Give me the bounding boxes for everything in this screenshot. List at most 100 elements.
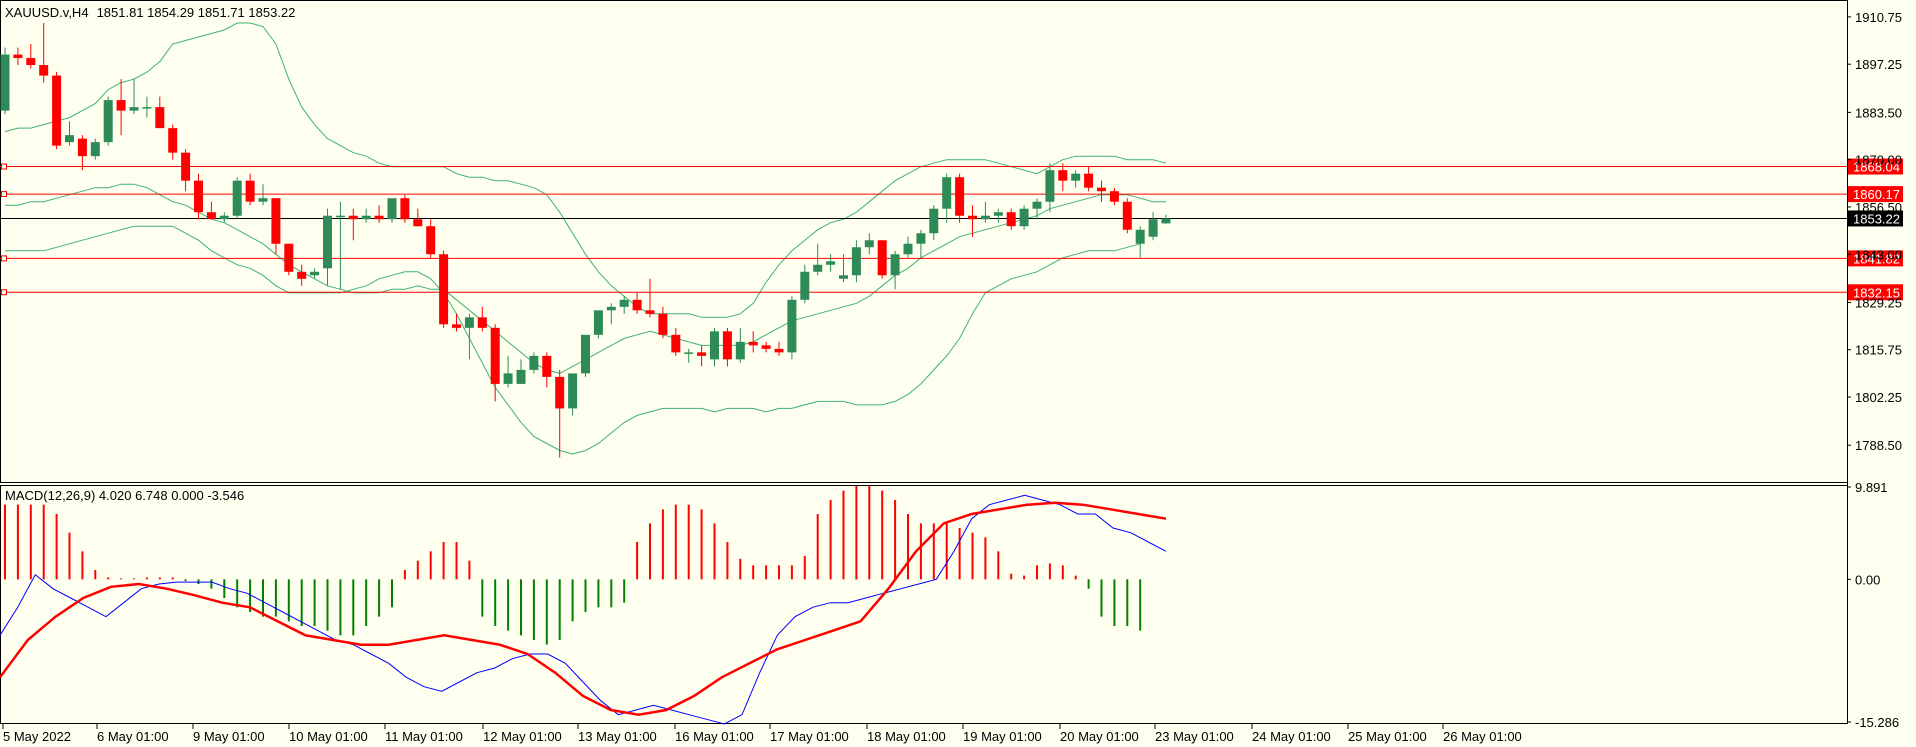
macd-histogram xyxy=(4,485,1142,645)
candle-body xyxy=(413,219,423,227)
candle xyxy=(452,313,461,332)
candle xyxy=(1161,214,1171,224)
candle xyxy=(1045,163,1055,213)
candle xyxy=(581,334,590,377)
candle-body xyxy=(813,264,823,272)
candle xyxy=(1071,170,1081,188)
macd-pane-frame xyxy=(0,485,1848,724)
candle xyxy=(0,47,10,115)
candle-body xyxy=(955,177,965,216)
candle xyxy=(245,173,255,206)
candle xyxy=(374,205,384,223)
candle-body xyxy=(722,331,732,360)
candle-body xyxy=(400,198,410,220)
candle-body xyxy=(929,208,939,234)
price-tick-label: 1788.50 xyxy=(1855,438,1902,453)
candle-body xyxy=(335,215,345,218)
candle xyxy=(52,72,62,150)
candle-body xyxy=(1148,219,1158,237)
candle xyxy=(194,173,203,220)
candle xyxy=(26,44,36,69)
candle-body xyxy=(1032,201,1042,209)
candle-body xyxy=(194,180,203,213)
candle-body xyxy=(1019,208,1029,227)
candle xyxy=(65,121,74,146)
price-tick-label: 1897.25 xyxy=(1855,57,1902,72)
candle xyxy=(219,212,229,223)
candle xyxy=(13,47,23,66)
candle-body xyxy=(890,254,900,276)
candle xyxy=(774,341,784,356)
bollinger-upper-line xyxy=(4,22,1167,318)
candle-body xyxy=(90,142,100,157)
time-tick-label: 20 May 01:00 xyxy=(1060,729,1139,744)
candle xyxy=(980,201,990,223)
candle xyxy=(851,240,861,283)
candle xyxy=(606,303,616,325)
candle-body xyxy=(800,271,810,300)
candle-body xyxy=(1161,218,1171,224)
candle-body xyxy=(529,355,539,370)
candle-body xyxy=(1045,170,1055,202)
candle-body xyxy=(323,215,332,269)
candle-body xyxy=(103,100,113,143)
time-tick-label: 24 May 01:00 xyxy=(1252,729,1331,744)
time-tick-label: 19 May 01:00 xyxy=(963,729,1042,744)
candle xyxy=(555,369,565,458)
candle-body xyxy=(477,317,487,328)
candle xyxy=(116,79,126,136)
candle xyxy=(1019,205,1029,230)
time-tick-label: 9 May 01:00 xyxy=(193,729,265,744)
price-tick-label: 1910.75 xyxy=(1855,10,1902,25)
horizontal-levels[interactable]: 1868.041860.171841.821832.151853.22 xyxy=(0,158,1903,301)
level-handle xyxy=(1,289,7,296)
candle-body xyxy=(968,215,977,220)
candle-body xyxy=(1084,173,1094,188)
candle xyxy=(813,243,823,276)
candle-body xyxy=(851,247,861,276)
candle-body xyxy=(735,341,745,360)
time-axis: 5 May 2022 6 May 01:00 9 May 01:00 10 May 0… xyxy=(2,724,1522,744)
candle xyxy=(684,348,694,363)
candle xyxy=(761,341,771,353)
time-tick-label: 26 May 01:00 xyxy=(1443,729,1522,744)
candle-body xyxy=(542,355,552,377)
candle-body xyxy=(980,215,990,220)
candle xyxy=(658,306,668,339)
candle-body xyxy=(710,331,719,360)
candle xyxy=(297,264,307,286)
trading-chart[interactable]: 1868.041860.171841.821832.151853.22 1910… xyxy=(0,0,1916,747)
time-tick-label: 6 May 01:00 xyxy=(97,729,169,744)
candle-body xyxy=(503,373,513,384)
candle xyxy=(1084,166,1094,192)
time-tick-label: 12 May 01:00 xyxy=(483,729,562,744)
candle xyxy=(464,313,474,360)
candle-body xyxy=(439,254,449,325)
candle-body xyxy=(632,299,642,311)
candle-body xyxy=(942,177,952,209)
price-tick-label: 1870.00 xyxy=(1855,153,1902,168)
candle-body xyxy=(13,54,23,59)
candle-body xyxy=(774,348,784,353)
candle xyxy=(503,355,513,388)
candle xyxy=(439,250,449,328)
candle xyxy=(323,208,332,286)
candle-body xyxy=(490,327,500,384)
time-tick-label: 23 May 01:00 xyxy=(1155,729,1234,744)
candle-body xyxy=(258,198,268,202)
signal-line xyxy=(0,501,1167,716)
price-tick-label: 1829.25 xyxy=(1855,295,1902,310)
candle-body xyxy=(606,306,616,311)
candle-body xyxy=(206,212,216,220)
macd-ticks: 9.891 0.00 -15.286 xyxy=(1847,480,1899,730)
macd-tick-label: 9.891 xyxy=(1855,480,1888,495)
candle xyxy=(168,124,178,160)
time-tick-label: 17 May 01:00 xyxy=(770,729,849,744)
candle-body xyxy=(374,215,384,220)
candle xyxy=(735,327,745,363)
candle xyxy=(1135,226,1145,258)
candle xyxy=(542,352,552,388)
price-ticks: 1910.75 1897.25 1883.50 1870.00 1856.50 1843.… xyxy=(1847,10,1902,453)
candle xyxy=(1109,187,1119,206)
candle xyxy=(271,198,281,255)
